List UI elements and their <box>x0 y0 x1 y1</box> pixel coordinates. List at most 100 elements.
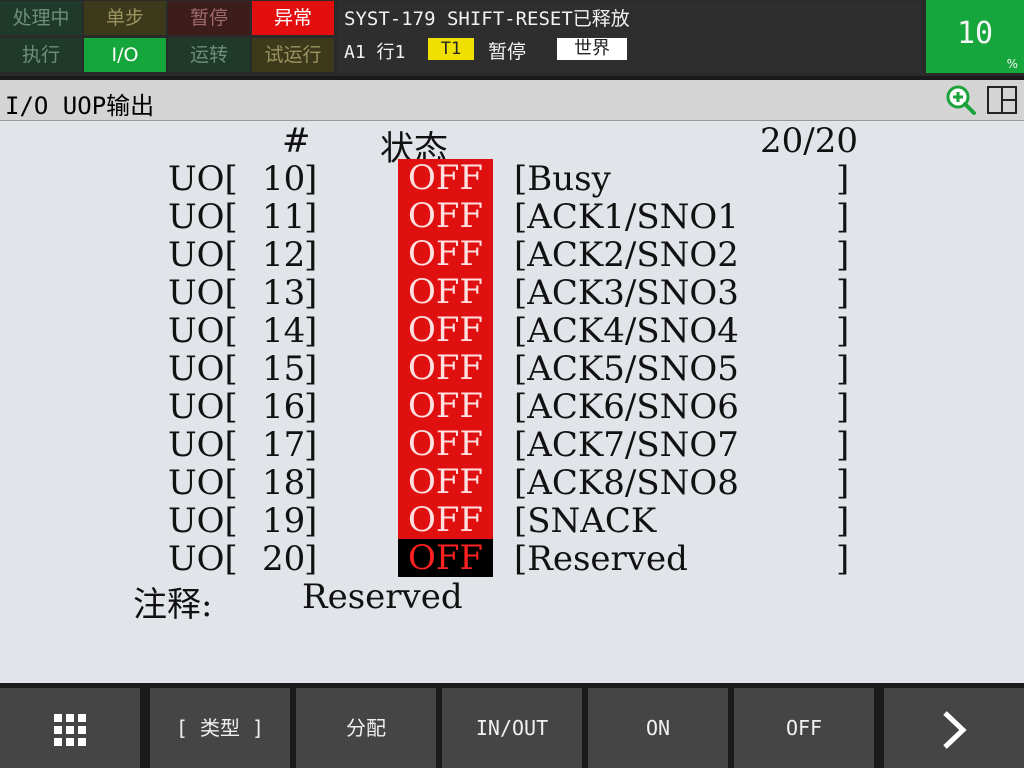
signal-index: 15 <box>262 349 306 389</box>
signal-index: 13 <box>262 273 306 313</box>
signal-index: 16 <box>262 387 306 427</box>
signal-comment: [ACK1/SNO1 <box>514 197 739 237</box>
bracket-close: ] <box>304 387 318 427</box>
bracket-close: ] <box>836 387 850 427</box>
state-value[interactable]: OFF <box>398 273 493 311</box>
run-state-text: 暂停 <box>488 41 527 63</box>
bracket-close: ] <box>304 463 318 503</box>
state-value[interactable]: OFF <box>398 349 493 387</box>
status-run: 执行 <box>0 38 82 72</box>
table-row[interactable]: UO[ 13] OFF [ACK3/SNO3] <box>0 273 1024 313</box>
bracket-close: ] <box>304 539 318 579</box>
page-title: I/O UOP输出 <box>5 92 155 120</box>
signal-index: 18 <box>262 463 306 503</box>
bracket-close: ] <box>836 425 850 465</box>
signal-prefix: UO[ <box>168 387 238 427</box>
bracket-close: ] <box>836 539 850 579</box>
bracket-close: ] <box>836 273 850 313</box>
menu-grid-icon <box>54 713 86 746</box>
signal-index: 10 <box>262 159 306 199</box>
state-value[interactable]: OFF <box>398 501 493 539</box>
status-io: I/O <box>84 38 166 72</box>
screen-title-bar: I/O UOP输出 <box>0 80 1024 121</box>
signal-prefix: UO[ <box>168 425 238 465</box>
signal-prefix: UO[ <box>168 539 238 579</box>
bracket-close: ] <box>836 501 850 541</box>
split-view-icon[interactable] <box>985 83 1019 117</box>
state-value[interactable]: OFF <box>398 425 493 463</box>
table-row[interactable]: UO[11] OFF [ACK1/SNO1] <box>0 197 1024 237</box>
override-value: 10 <box>956 16 994 51</box>
state-value[interactable]: OFF <box>398 235 493 273</box>
status-tcyc: 试运行 <box>252 38 334 72</box>
remark-value: Reserved <box>302 577 463 617</box>
bracket-close: ] <box>304 349 318 389</box>
bracket-close: ] <box>836 349 850 389</box>
signal-index: 12 <box>262 235 306 275</box>
signal-prefix: UO[ <box>168 463 238 503</box>
zoom-in-icon[interactable] <box>944 83 978 117</box>
signal-comment: [ACK3/SNO3 <box>514 273 739 313</box>
bracket-close: ] <box>836 235 850 275</box>
signal-index: 19 <box>262 501 306 541</box>
bracket-close: ] <box>304 311 318 351</box>
mode-badge: T1 <box>428 38 474 60</box>
config-button[interactable]: 分配 <box>296 688 436 768</box>
remark-label: 注释: <box>133 585 213 625</box>
alarm-message-panel[interactable]: SYST-179 SHIFT-RESET已释放 A1 行1 T1 暂停 世界 <box>338 1 922 73</box>
bracket-close: ] <box>836 463 850 503</box>
state-value[interactable]: OFF <box>398 311 493 349</box>
function-key-bar: [ 类型 ] 分配 IN/OUT ON OFF <box>0 688 1024 768</box>
signal-prefix: UO[ <box>168 273 238 313</box>
table-row[interactable]: UO[ 12] OFF [ACK2/SNO2] <box>0 235 1024 275</box>
signal-comment: [ACK5/SNO5 <box>514 349 739 389</box>
signal-comment: [ACK6/SNO6 <box>514 387 739 427</box>
off-button[interactable]: OFF <box>734 688 874 768</box>
type-button[interactable]: [ 类型 ] <box>150 688 290 768</box>
signal-comment: [Busy <box>514 159 611 199</box>
bracket-close: ] <box>304 425 318 465</box>
signal-comment: [ACK7/SNO7 <box>514 425 739 465</box>
signal-index: 17 <box>262 425 306 465</box>
bracket-close: ] <box>304 273 318 313</box>
signal-prefix: UO[ <box>168 235 238 275</box>
state-value[interactable]: OFF <box>398 463 493 501</box>
io-table-panel: # 状态 20/20 UO[10] OFF [Busy] UO[11] OFF [ACK1… <box>0 121 1024 683</box>
signal-prefix: UO[ <box>168 501 238 541</box>
menu-grid-button[interactable] <box>0 688 140 768</box>
status-header: 处理中 单步 暂停 异常 执行 I/O 运转 试运行 SYST-179 SHIF… <box>0 0 1024 76</box>
next-page-button[interactable] <box>884 688 1024 768</box>
bracket-close: ] <box>836 311 850 351</box>
next-page-icon <box>943 710 967 749</box>
table-row[interactable]: UO[ 20] OFF [Reserved] <box>0 539 1024 579</box>
override-unit: % <box>1006 57 1018 71</box>
alarm-message: SYST-179 SHIFT-RESET已释放 <box>344 8 630 30</box>
signal-comment: [Reserved <box>514 539 688 579</box>
table-row[interactable]: UO[10] OFF [Busy] <box>0 159 1024 199</box>
status-prod: 运转 <box>168 38 250 72</box>
state-value[interactable]: OFF <box>398 159 493 197</box>
page-indicator: 20/20 <box>760 121 858 161</box>
bracket-close: ] <box>304 159 318 199</box>
signal-comment: [ACK2/SNO2 <box>514 235 739 275</box>
signal-index: 20 <box>262 539 306 579</box>
signal-prefix: UO[ <box>168 311 238 351</box>
signal-comment: [ACK8/SNO8 <box>514 463 739 503</box>
table-row[interactable]: UO[15] OFF [ACK5/SNO5] <box>0 349 1024 389</box>
signal-prefix: UO[ <box>168 197 238 237</box>
signal-index: 11 <box>262 197 306 237</box>
state-value[interactable]: OFF <box>398 197 493 235</box>
bracket-close: ] <box>304 501 318 541</box>
table-row[interactable]: UO[19] OFF [SNACK] <box>0 501 1024 541</box>
table-row[interactable]: UO[14] OFF [ACK4/SNO4] <box>0 311 1024 351</box>
program-line: A1 行1 <box>344 42 406 63</box>
table-row[interactable]: UO[ 18] OFF [ACK8/SNO8] <box>0 463 1024 503</box>
state-value[interactable]: OFF <box>398 539 493 577</box>
state-value[interactable]: OFF <box>398 387 493 425</box>
in-out-button[interactable]: IN/OUT <box>442 688 582 768</box>
speed-override[interactable]: 10 % <box>926 0 1024 73</box>
bracket-close: ] <box>304 235 318 275</box>
table-row[interactable]: UO[ 16] OFF [ACK6/SNO6] <box>0 387 1024 427</box>
table-row[interactable]: UO[ 17] OFF [ACK7/SNO7] <box>0 425 1024 465</box>
on-button[interactable]: ON <box>588 688 728 768</box>
